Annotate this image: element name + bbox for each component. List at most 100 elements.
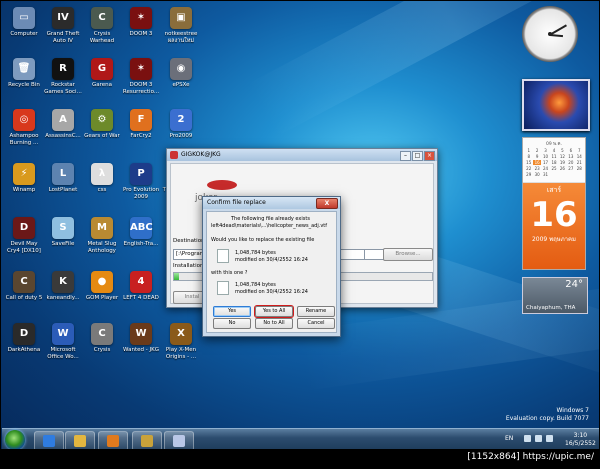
close-button[interactable]: X bbox=[316, 198, 338, 209]
calendar-date[interactable]: 8 bbox=[525, 154, 532, 159]
desktop-icon[interactable]: ABC English-Tra... bbox=[121, 217, 161, 248]
desktop-icon[interactable]: S SaveFile bbox=[43, 217, 83, 248]
calendar-date[interactable]: 12 bbox=[559, 154, 566, 159]
calendar-date[interactable]: 20 bbox=[567, 160, 574, 165]
desktop-icon[interactable]: λ css bbox=[82, 163, 122, 194]
calendar-date[interactable]: 3 bbox=[542, 148, 549, 153]
desktop-icon[interactable]: ⚡ Winamp bbox=[4, 163, 44, 194]
calendar-date[interactable]: 19 bbox=[559, 160, 566, 165]
desktop-icon[interactable]: D Devil May Cry4 [DX10] bbox=[4, 217, 44, 254]
tray-flag-icon[interactable] bbox=[524, 435, 531, 442]
calendar-date[interactable]: 17 bbox=[542, 160, 549, 165]
cancel-button[interactable]: Cancel bbox=[297, 318, 335, 329]
maximize-button[interactable]: □ bbox=[412, 151, 423, 161]
calendar-date[interactable]: 18 bbox=[550, 160, 557, 165]
calendar-date[interactable]: 6 bbox=[567, 148, 574, 153]
no-to-all-button[interactable]: No to All bbox=[255, 318, 293, 329]
calendar-date[interactable]: 25 bbox=[550, 166, 557, 171]
calendar-date[interactable]: 30 bbox=[533, 172, 540, 177]
taskbar-button[interactable] bbox=[132, 431, 162, 449]
desktop-icon[interactable]: L LostPlanet bbox=[43, 163, 83, 194]
desktop-icon[interactable]: ⚙ Gears of War bbox=[82, 109, 122, 140]
calendar-date[interactable]: 7 bbox=[576, 148, 583, 153]
start-button[interactable] bbox=[5, 430, 25, 449]
desktop-icon[interactable]: IV Grand Theft Auto IV bbox=[43, 7, 83, 44]
desktop-icon[interactable]: R Rockstar Games Soci... bbox=[43, 58, 83, 95]
confirm-titlebar[interactable]: Confirm file replace X bbox=[203, 197, 340, 209]
desktop-icon[interactable]: A AssassinsC... bbox=[43, 109, 83, 140]
calendar-date[interactable]: 24 bbox=[542, 166, 549, 171]
calendar-date[interactable]: 11 bbox=[550, 154, 557, 159]
desktop-icon-label: Garena bbox=[91, 82, 112, 88]
clock-gadget[interactable] bbox=[522, 6, 578, 62]
taskbar-button[interactable] bbox=[34, 431, 64, 449]
desktop-icon[interactable]: ✶ DOOM 3 bbox=[121, 7, 161, 38]
desktop-icon[interactable]: 🗑 Recycle Bin bbox=[4, 58, 44, 89]
tray-clock[interactable]: 3:10 16/5/2552 bbox=[565, 432, 596, 448]
desktop-icon[interactable]: C Crysis bbox=[82, 323, 122, 354]
computer-icon: ▭ bbox=[13, 7, 35, 29]
desktop-icon[interactable]: X Play X-Men Origins - ... bbox=[161, 323, 201, 360]
desktop-icon[interactable]: W Wanted - JKG bbox=[121, 323, 161, 354]
taskbar-button[interactable] bbox=[164, 431, 194, 449]
calendar-date[interactable]: 9 bbox=[533, 154, 540, 159]
calendar-date[interactable]: 26 bbox=[559, 166, 566, 171]
taskbar-button[interactable] bbox=[98, 431, 128, 449]
calendar-date[interactable]: 29 bbox=[525, 172, 532, 177]
desktop-icon[interactable]: D DarkAthena bbox=[4, 323, 44, 354]
calendar-date[interactable]: 22 bbox=[525, 166, 532, 171]
calendar-date[interactable]: 2 bbox=[533, 148, 540, 153]
desktop-icon[interactable]: C Crysis Warhead bbox=[82, 7, 122, 44]
calendar-date[interactable]: 5 bbox=[559, 148, 566, 153]
calendar-date[interactable]: 31 bbox=[542, 172, 549, 177]
rename-button[interactable]: Rename bbox=[297, 306, 335, 317]
calendar-date[interactable]: 14 bbox=[576, 154, 583, 159]
calendar-date[interactable]: 21 bbox=[576, 160, 583, 165]
desktop-icon[interactable]: G Garena bbox=[82, 58, 122, 89]
weather-gadget[interactable]: 24° Chaiyaphum, THA bbox=[522, 277, 588, 314]
calendar-date[interactable]: 15 bbox=[525, 160, 532, 165]
calendar-date[interactable]: 1 bbox=[525, 148, 532, 153]
tray-volume-icon[interactable] bbox=[546, 435, 553, 442]
desktop-icon[interactable]: Kkaneandly... bbox=[43, 271, 83, 302]
desktop-icon[interactable]: P Pro Evolution 2009 bbox=[121, 163, 161, 200]
language-indicator[interactable]: EN bbox=[505, 435, 513, 442]
browse-button[interactable]: Browse... bbox=[383, 248, 433, 261]
desktop-icon[interactable]: M Metal Slug Anthology bbox=[82, 217, 122, 254]
desktop-icon[interactable]: C Call of duty 5 bbox=[4, 271, 44, 302]
desktop-icon[interactable]: 4 LEFT 4 DEAD bbox=[121, 271, 161, 302]
close-button[interactable]: × bbox=[424, 151, 435, 161]
desktop-icon[interactable]: W Microsoft Office Wo... bbox=[43, 323, 83, 360]
desktop-icon-label: English-Tra... bbox=[123, 241, 159, 247]
weather-temperature: 24° bbox=[565, 279, 583, 290]
calendar-date[interactable]: 16 bbox=[533, 160, 541, 165]
desktop-icon[interactable]: ◎ Ashampoo Burning ... bbox=[4, 109, 44, 146]
desktop-icon[interactable]: 2 Pro2009 bbox=[161, 109, 201, 140]
taskbar-button[interactable] bbox=[65, 431, 95, 449]
calendar-date[interactable]: 27 bbox=[567, 166, 574, 171]
installer-titlebar[interactable]: GIGKOK@JKG – □ × bbox=[167, 149, 437, 161]
calendar-date[interactable]: 23 bbox=[533, 166, 540, 171]
tray-network-icon[interactable] bbox=[535, 435, 542, 442]
no-button[interactable]: No bbox=[213, 318, 251, 329]
desktop-icon[interactable]: ◉ ePSXe bbox=[161, 58, 201, 89]
calendar-gadget[interactable]: 09 พ.ค. 1 2 3 4 5 6 7 8 9 10 11 12 13 14 15 16 17 18 19 20 2… bbox=[522, 137, 586, 270]
desktop-icon[interactable]: ● GOM Player bbox=[82, 271, 122, 302]
calendar-date[interactable]: 10 bbox=[542, 154, 549, 159]
left4dead-icon: 4 bbox=[130, 271, 152, 293]
calendar-date[interactable]: 28 bbox=[576, 166, 583, 171]
desktop-icon[interactable]: ▣ notkeestree ผลงานใหม่ bbox=[161, 7, 201, 44]
kane-lynch-icon: K bbox=[52, 271, 74, 293]
yes-button[interactable]: Yes bbox=[213, 306, 251, 317]
dark-athena-icon: D bbox=[13, 323, 35, 345]
desktop-icon[interactable]: ▭ Computer bbox=[4, 7, 44, 38]
desktop-icon[interactable]: F FarCry2 bbox=[121, 109, 161, 140]
calendar-date[interactable]: 13 bbox=[567, 154, 574, 159]
new-modified: modified on 30/4/2552 16:24 bbox=[235, 289, 308, 295]
yes-to-all-button[interactable]: Yes to All bbox=[254, 305, 294, 318]
minimize-button[interactable]: – bbox=[400, 151, 411, 161]
confirm-file-replace-dialog[interactable]: Confirm file replace X The following fil… bbox=[202, 196, 341, 337]
slideshow-gadget[interactable] bbox=[522, 79, 590, 131]
calendar-date[interactable]: 4 bbox=[550, 148, 557, 153]
desktop-icon[interactable]: ✶ DOOM 3 Resurrectio... bbox=[121, 58, 161, 95]
